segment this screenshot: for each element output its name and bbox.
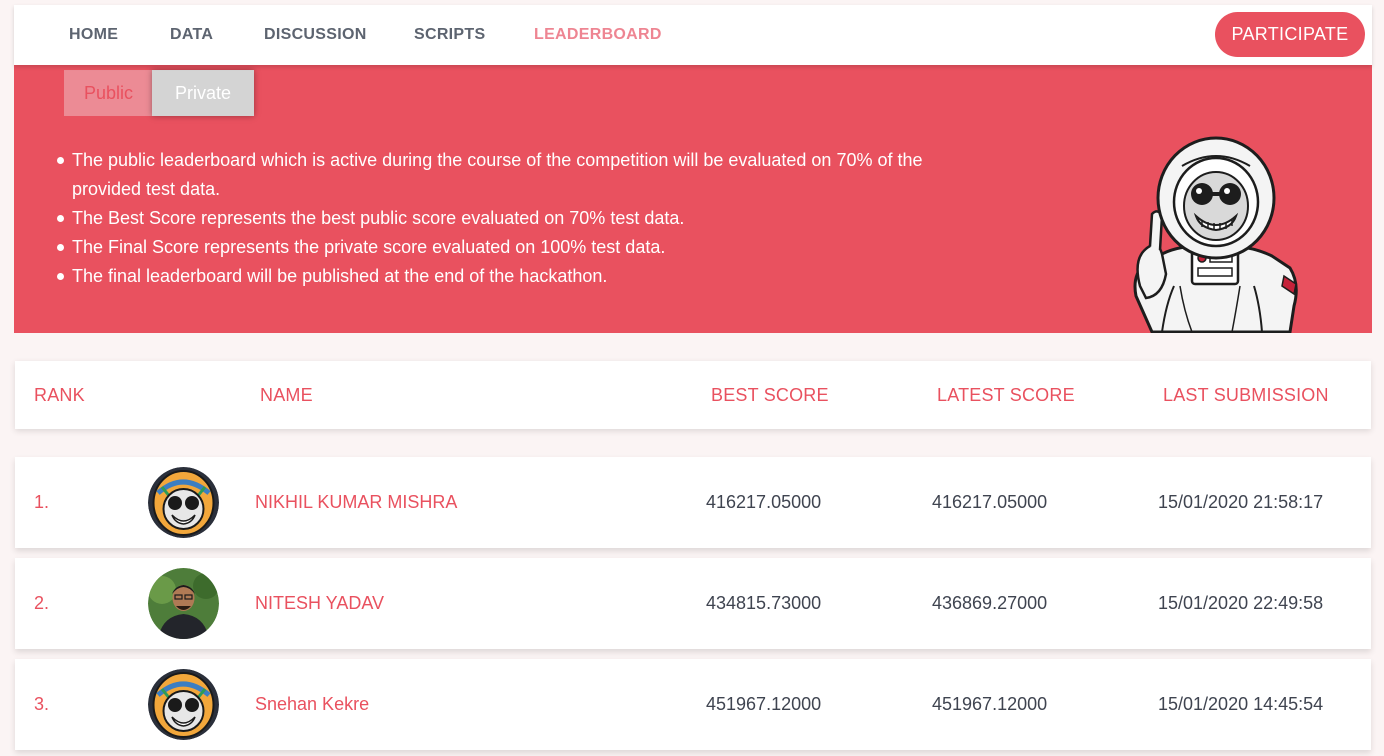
rule-item: The Best Score represents the best publi… [57, 204, 992, 233]
best-score-cell: 451967.12000 [706, 694, 822, 714]
nav-scripts[interactable]: SCRIPTS [414, 5, 485, 65]
table-row: 3. Snehan Kekre 451967.12000 451967.1200… [15, 659, 1371, 750]
person-photo-avatar[interactable] [148, 568, 219, 639]
top-navigation-bar: HOME DATA DISCUSSION SCRIPTS LEADERBOARD… [14, 5, 1372, 65]
leaderboard-rules-list: The public leaderboard which is active d… [57, 146, 992, 291]
participant-name-link[interactable]: Snehan Kekre [255, 659, 369, 750]
astronaut-monkey-illustration [1133, 136, 1298, 333]
header-latest-score: LATEST SCORE [937, 385, 1075, 405]
participant-name-link[interactable]: NIKHIL KUMAR MISHRA [255, 457, 457, 548]
nav-discussion[interactable]: DISCUSSION [264, 5, 367, 65]
header-last-submission: LAST SUBMISSION [1163, 385, 1329, 405]
rank-cell: 2. [34, 593, 50, 613]
rule-item: The final leaderboard will be published … [57, 262, 992, 291]
rule-item: The public leaderboard which is active d… [57, 146, 992, 204]
nav-home[interactable]: HOME [69, 5, 118, 65]
latest-score-cell: 451967.12000 [932, 694, 1048, 714]
header-rank: RANK [34, 385, 85, 405]
last-submission-cell: 15/01/2020 22:49:58 [1158, 593, 1324, 613]
last-submission-cell: 15/01/2020 14:45:54 [1158, 694, 1324, 714]
table-row: 2. NITESH YADAV 434815.73000 436869.2700… [15, 558, 1371, 649]
nav-data[interactable]: DATA [170, 5, 213, 65]
header-best-score: BEST SCORE [711, 385, 829, 405]
last-submission-cell: 15/01/2020 21:58:17 [1158, 492, 1324, 512]
latest-score-cell: 416217.05000 [932, 492, 1048, 512]
rank-cell: 3. [34, 694, 50, 714]
header-name: NAME [260, 385, 313, 405]
helmet-monkey-avatar[interactable] [148, 669, 219, 740]
latest-score-cell: 436869.27000 [932, 593, 1048, 613]
rank-cell: 1. [34, 492, 50, 512]
private-tab[interactable]: Private [152, 70, 254, 116]
table-row: 1. NIKHIL KUMAR MISHRA 416217.05000 4162… [15, 457, 1371, 548]
best-score-cell: 416217.05000 [706, 492, 822, 512]
nav-leaderboard[interactable]: LEADERBOARD [534, 5, 662, 65]
leaderboard-header: RANK NAME BEST SCORE LATEST SCORE LAST S… [15, 361, 1371, 429]
participant-name-link[interactable]: NITESH YADAV [255, 558, 384, 649]
participate-button[interactable]: PARTICIPATE [1215, 12, 1365, 57]
rule-item: The Final Score represents the private s… [57, 233, 992, 262]
public-tab[interactable]: Public [64, 70, 153, 116]
helmet-monkey-avatar[interactable] [148, 467, 219, 538]
best-score-cell: 434815.73000 [706, 593, 822, 613]
